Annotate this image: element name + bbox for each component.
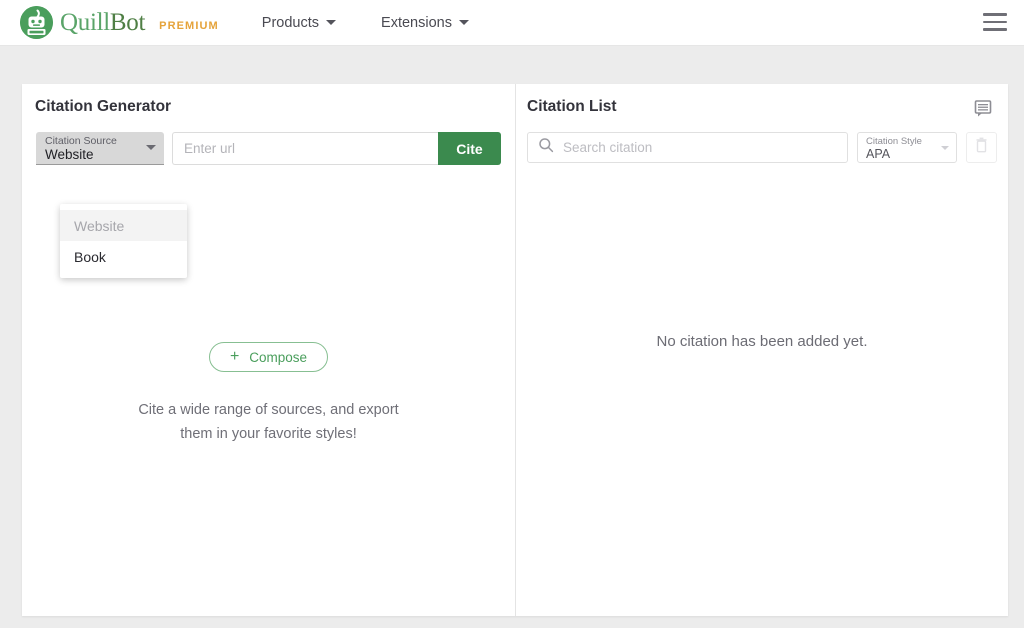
citation-source-label: Citation Source	[45, 135, 117, 147]
nav-item-products-label: Products	[261, 14, 320, 31]
chevron-down-icon	[941, 146, 949, 150]
citation-style-label: Citation Style	[866, 136, 922, 147]
chevron-down-icon	[146, 145, 156, 150]
search-icon	[538, 137, 554, 158]
hamburger-line	[983, 13, 1007, 16]
cite-button[interactable]: Cite	[438, 132, 501, 165]
top-navigation-bar: QuillBot PREMIUM Products Extensions	[0, 0, 1024, 46]
citation-generator-empty-state: + Compose Cite a wide range of sources, …	[22, 342, 515, 446]
brand-name-part2: Bot	[109, 9, 146, 36]
delete-citation-button[interactable]	[966, 132, 997, 163]
citation-list-empty-message: No citation has been added yet.	[656, 333, 868, 350]
feedback-comment-icon[interactable]	[972, 97, 994, 119]
main-card: Citation Generator Citation Source Websi…	[22, 84, 1008, 616]
compose-button[interactable]: + Compose	[208, 342, 329, 372]
citation-source-dropdown-menu: Website Book	[60, 204, 187, 278]
nav-item-extensions[interactable]: Extensions	[381, 15, 469, 31]
tagline-line-2: them in your favorite styles!	[180, 426, 357, 442]
compose-button-label: Compose	[249, 349, 308, 365]
brand-wordmark: QuillBot	[60, 10, 145, 35]
citation-generator-pane: Citation Generator Citation Source Websi…	[22, 84, 516, 616]
url-input-group: Cite	[172, 132, 501, 165]
citation-list-pane: Citation List Cita	[516, 84, 1008, 616]
citation-style-select[interactable]: Citation Style APA	[857, 132, 957, 163]
brand-name-part1: Quill	[60, 9, 110, 36]
nav-links: Products Extensions	[262, 15, 469, 31]
search-citation-box[interactable]	[527, 132, 848, 163]
dropdown-option-website[interactable]: Website	[60, 210, 187, 241]
dropdown-option-book[interactable]: Book	[60, 241, 187, 272]
search-input[interactable]	[563, 140, 847, 155]
nav-item-extensions-label: Extensions	[381, 14, 452, 31]
citation-list-title: Citation List	[527, 98, 617, 115]
citation-list-toolbar: Citation Style APA	[527, 132, 997, 163]
tagline: Cite a wide range of sources, and export…	[22, 398, 515, 446]
hamburger-line	[983, 20, 1007, 24]
tagline-line-1: Cite a wide range of sources, and export	[138, 402, 399, 418]
url-input[interactable]	[172, 132, 438, 165]
chevron-down-icon	[458, 20, 469, 25]
quillbot-robot-icon	[20, 6, 53, 39]
premium-badge: PREMIUM	[159, 19, 219, 32]
citation-style-value: APA	[866, 147, 891, 161]
chevron-down-icon	[326, 20, 337, 25]
hamburger-menu-icon[interactable]	[981, 11, 1009, 33]
page-title: Citation Generator	[35, 98, 172, 115]
citation-source-select[interactable]: Citation Source Website	[36, 132, 164, 165]
citation-source-value: Website	[45, 147, 94, 162]
citation-input-row: Citation Source Website Cite	[36, 132, 501, 165]
nav-item-products[interactable]: Products	[261, 14, 337, 31]
plus-icon: +	[229, 348, 240, 365]
trash-icon	[974, 137, 989, 158]
brand-logo[interactable]: QuillBot PREMIUM	[20, 6, 219, 39]
hamburger-line	[983, 28, 1007, 31]
